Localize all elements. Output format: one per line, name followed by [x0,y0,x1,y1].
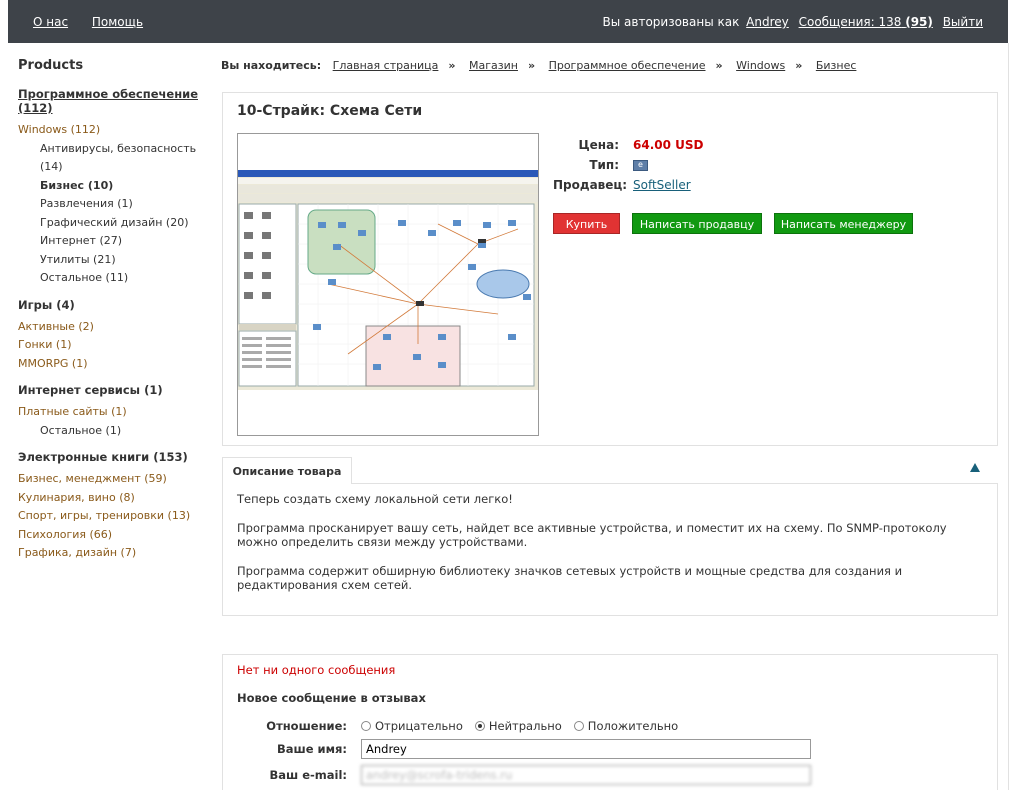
sidebar-item-antivirus[interactable]: Антивирусы, безопасность (14) [18,140,218,177]
write-manager-button[interactable]: Написать менеджеру [774,213,913,234]
breadcrumb: Вы находитесь: Главная страница » Магазин… [221,59,856,72]
type-label: Тип: [589,158,619,172]
messages-unread: (95) [905,15,933,29]
sidebar-item-paid-sites[interactable]: Платные сайты (1) [18,403,218,422]
type-row: Тип: [553,155,703,175]
radio-positive[interactable]: Положительно [573,719,679,733]
no-messages-text: Нет ни одного сообщения [237,663,396,677]
seller-label: Продавец: [553,178,628,192]
radio-neutral[interactable]: Нейтрально [474,719,562,733]
seller-link[interactable]: SoftSeller [633,178,691,192]
radio-neutral-label: Нейтрально [488,719,562,733]
product-properties: Цена: 64.00 USD Тип: Продавец: SoftSelle… [553,135,703,195]
breadcrumb-sep: » [795,59,803,72]
product-screenshot[interactable] [237,133,539,436]
user-link[interactable]: Andrey [746,15,789,29]
sidebar-item-business[interactable]: Бизнес (10) [18,177,218,196]
name-input[interactable] [361,739,811,759]
breadcrumb-shop[interactable]: Магазин [469,59,518,72]
description-paragraph: Программа содержит обширную библиотеку з… [237,563,903,593]
user-area: Вы авторизованы как Andrey Сообщения: 13… [603,15,983,29]
email-label: Ваш e-mail: [269,768,347,782]
attitude-label: Отношение: [266,719,347,733]
sidebar-item-cooking[interactable]: Кулинария, вино (8) [18,489,218,508]
sidebar-title: Products [18,58,84,73]
email-input[interactable] [361,765,811,785]
electronic-type-icon [633,159,648,171]
breadcrumb-home[interactable]: Главная страница [333,59,439,72]
description-paragraph: Теперь создать схему локальной сети легк… [237,492,513,506]
breadcrumb-business[interactable]: Бизнес [816,59,857,72]
new-review-title: Новое сообщение в отзывах [237,691,426,705]
price-value: 64.00 USD [633,138,704,152]
radio-circle-selected[interactable] [474,721,485,731]
sidebar-item-graphics[interactable]: Графика, дизайн (7) [18,544,218,563]
name-label: Ваше имя: [277,742,347,756]
sidebar: Products Программное обеспечение (112) W… [18,58,218,563]
breadcrumb-label: Вы находитесь: [221,59,322,72]
sidebar-item-active[interactable]: Активные (2) [18,318,218,337]
category-games[interactable]: Игры (4) [18,298,218,312]
sidebar-item-utilities[interactable]: Утилиты (21) [18,251,218,270]
radio-negative-label: Отрицательно [375,719,463,733]
radio-negative[interactable]: Отрицательно [361,719,463,733]
product-title: 10-Страйк: Схема Сети [237,103,423,119]
sidebar-item-internet[interactable]: Интернет (27) [18,232,218,251]
sidebar-item-racing[interactable]: Гонки (1) [18,336,218,355]
radio-circle[interactable] [573,721,584,731]
top-bar: О нас Помощь Вы авторизованы как Andrey … [8,0,1008,43]
description-content: Теперь создать схему локальной сети легк… [222,484,998,616]
sidebar-item-entertainment[interactable]: Развлечения (1) [18,195,218,214]
tab-description[interactable]: Описание товара [222,457,352,484]
logout-link[interactable]: Выйти [943,15,983,29]
breadcrumb-windows[interactable]: Windows [736,59,785,72]
sidebar-item-windows[interactable]: Windows (112) [18,121,218,140]
category-internet-services[interactable]: Интернет сервисы (1) [18,383,218,397]
sidebar-item-other-services[interactable]: Остальное (1) [18,422,218,441]
category-software[interactable]: Программное обеспечение (112) [18,87,218,115]
name-row: Ваше имя: [237,739,811,759]
help-link[interactable]: Помощь [92,15,143,29]
sidebar-item-business-management[interactable]: Бизнес, менеджмент (59) [18,470,218,489]
category-ebooks[interactable]: Электронные книги (153) [18,450,218,464]
collapse-up-icon[interactable] [970,463,980,472]
top-links: О нас Помощь [33,15,163,29]
price-row: Цена: 64.00 USD [553,135,704,155]
write-seller-button[interactable]: Написать продавцу [632,213,762,234]
breadcrumb-sep: » [527,59,536,72]
sidebar-item-graphic-design[interactable]: Графический дизайн (20) [18,214,218,233]
price-label: Цена: [578,138,619,152]
sidebar-item-psychology[interactable]: Психология (66) [18,526,218,545]
page-frame: Products Программное обеспечение (112) W… [8,43,1008,790]
sidebar-item-sport[interactable]: Спорт, игры, тренировки (13) [18,507,218,526]
messages-count: Сообщения: 138 [798,15,902,29]
seller-row: Продавец: SoftSeller [553,175,703,195]
scrollbar[interactable] [1008,43,1016,790]
about-link[interactable]: О нас [33,15,68,29]
attitude-row: Отношение: Отрицательно Нейтрально Полож… [237,719,690,733]
description-paragraph: Программа просканирует вашу сеть, найдет… [237,520,947,550]
breadcrumb-sep: » [448,59,456,72]
breadcrumb-sep: » [715,59,723,72]
sidebar-item-mmorpg[interactable]: MMORPG (1) [18,355,218,374]
product-card: 10-Страйк: Схема Сети Цена: 64.00 USD Ти… [222,92,998,446]
buy-button[interactable]: Купить [553,213,620,234]
radio-circle[interactable] [361,721,371,731]
messages-link[interactable]: Сообщения: 138 (95) [799,15,933,29]
sidebar-item-other[interactable]: Остальное (11) [18,269,218,288]
breadcrumb-software[interactable]: Программное обеспечение [549,59,706,72]
network-diagram-image [238,170,538,390]
auth-text: Вы авторизованы как [602,15,740,29]
email-row: Ваш e-mail: [237,765,811,785]
radio-positive-label: Положительно [587,719,679,733]
reviews-section: Нет ни одного сообщения Новое сообщение … [222,654,998,790]
